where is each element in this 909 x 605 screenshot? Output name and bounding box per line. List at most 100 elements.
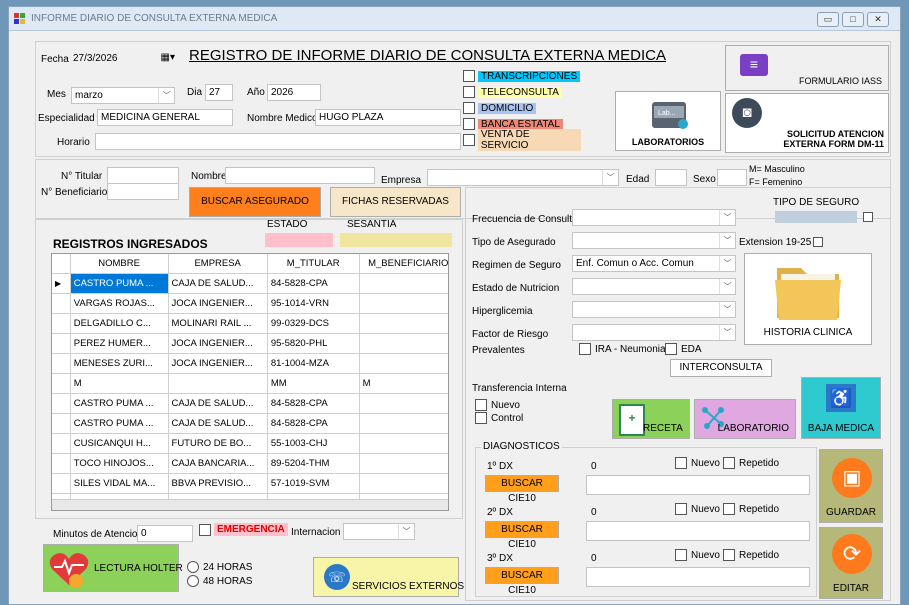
ira-checkbox[interactable]: IRA - Neumonia — [579, 343, 666, 355]
solicitud-button[interactable]: ◙ SOLICITUD ATENCION EXTERNA FORM DM-11 — [725, 93, 889, 153]
receta-button[interactable]: + RECETA — [612, 399, 690, 439]
minutos-input[interactable]: 0 — [137, 525, 193, 542]
editar-button[interactable]: ⟳ EDITAR — [819, 527, 883, 599]
formulario-iass-button[interactable]: ≡ FORMULARIO IASS — [725, 45, 889, 91]
checkbox[interactable] — [723, 549, 735, 561]
checkbox[interactable] — [675, 549, 687, 561]
interconsulta-button[interactable]: INTERCONSULTA — [670, 359, 772, 377]
table-row[interactable]: TOCO HINOJOS... CAJA BANCARIA... 89-5204-T… — [52, 453, 448, 474]
horizontal-scrollbar[interactable] — [52, 499, 448, 510]
dx3-description[interactable] — [586, 567, 810, 587]
emergencia-checkbox[interactable]: EMERGENCIA — [199, 523, 288, 536]
frecuencia-select[interactable]: ﹀ — [572, 209, 736, 226]
checkbox[interactable] — [723, 457, 735, 469]
checkbox[interactable] — [675, 457, 687, 469]
registros-grid[interactable]: NOMBRE EMPRESA M_TITULAR M_BENEFICIARIO … — [51, 253, 449, 511]
fichas-reservadas-button[interactable]: FICHAS RESERVADAS — [330, 187, 461, 217]
hiperglicemia-select[interactable]: ﹀ — [572, 301, 736, 318]
dx1-value[interactable]: 0 — [591, 461, 597, 472]
table-row[interactable]: CASTRO PUMA ... CAJA DE SALUD... 84-5828-C… — [52, 413, 448, 434]
anio-input[interactable]: 2026 — [267, 84, 321, 101]
regimen-select[interactable]: Enf. Comun o Acc. Comun ﹀ — [572, 255, 736, 272]
internacion-select[interactable]: ﹀ — [343, 523, 415, 540]
fecha-picker[interactable]: 27/3/2026 ▦▾ — [69, 50, 177, 67]
table-row[interactable]: CASTRO PUMA ... CAJA DE SALUD... 84-5828-C… — [52, 393, 448, 414]
dx3-nuevo-checkbox[interactable]: Nuevo — [675, 549, 720, 561]
dx1-description[interactable] — [586, 475, 810, 495]
column-header[interactable]: EMPRESA — [168, 254, 268, 274]
checkbox[interactable] — [475, 412, 487, 424]
table-row[interactable]: CUSICANQUI H... FUTURO DE BO... 55-1003-CH… — [52, 433, 448, 454]
horario-input[interactable] — [95, 133, 461, 150]
column-header[interactable]: M_BENEFICIARIO — [359, 254, 448, 274]
maximize-button[interactable]: □ — [842, 12, 864, 27]
laboratorios-button[interactable]: Lab... LABORATORIOS — [615, 91, 721, 151]
dx3-repetido-checkbox[interactable]: Repetido — [723, 549, 779, 561]
table-row[interactable]: MMMMsep — [52, 373, 448, 394]
baja-medica-button[interactable]: ♿ BAJA MEDICA — [801, 377, 881, 439]
checkbox[interactable] — [723, 503, 735, 515]
checkbox[interactable] — [579, 343, 591, 355]
buscar-cie10-button-2[interactable]: BUSCAR CIE10 — [485, 521, 559, 550]
guardar-button[interactable]: ▣ GUARDAR — [819, 449, 883, 523]
minimize-button[interactable]: ▭ — [817, 12, 839, 27]
tipo-option-venta-servicio[interactable]: VENTA DE SERVICIO — [463, 129, 581, 151]
dx2-nuevo-checkbox[interactable]: Nuevo — [675, 503, 720, 515]
table-row[interactable]: VARGAS ROJAS... JOCA INGENIER... 95-1014-V… — [52, 293, 448, 314]
table-row[interactable]: DELGADILLO C... MOLINARI RAIL ... 99-0329-… — [52, 313, 448, 334]
checkbox[interactable] — [475, 399, 487, 411]
tipo-asegurado-select[interactable]: ﹀ — [572, 232, 736, 249]
checkbox[interactable] — [463, 134, 475, 146]
checkbox[interactable] — [463, 70, 475, 82]
dx3-value[interactable]: 0 — [591, 553, 597, 564]
medico-input[interactable]: HUGO PLAZA — [315, 109, 461, 126]
dx2-repetido-checkbox[interactable]: Repetido — [723, 503, 779, 515]
dx1-repetido-checkbox[interactable]: Repetido — [723, 457, 779, 469]
checkbox[interactable] — [665, 343, 677, 355]
column-header[interactable]: NOMBRE — [70, 254, 169, 274]
table-row[interactable]: MENESES ZURI... JOCA INGENIER... 81-1004-M… — [52, 353, 448, 374]
empresa-select[interactable]: ﹀ — [427, 169, 619, 186]
extension-checkbox[interactable] — [813, 237, 823, 247]
table-row[interactable]: SILES VIDAL MA... BBVA PREVISIO... 57-1019… — [52, 473, 448, 494]
checkbox[interactable] — [675, 503, 687, 515]
beneficiario-input[interactable] — [107, 183, 179, 200]
lectura-holter-button[interactable]: LECTURA HOLTER — [43, 544, 183, 592]
buscar-asegurado-button[interactable]: BUSCAR ASEGURADO — [189, 187, 321, 217]
tipo-seguro-checkbox[interactable] — [863, 212, 873, 222]
tipo-option-teleconsulta[interactable]: TELECONSULTA — [463, 84, 581, 100]
servicios-externos-button[interactable]: ☏ SERVICIOS EXTERNOS — [313, 557, 464, 597]
radio-24-horas[interactable]: 24 HORAS — [187, 561, 252, 573]
column-header[interactable]: M_TITULAR — [267, 254, 360, 274]
buscar-cie10-button-1[interactable]: BUSCAR CIE10 — [485, 475, 559, 504]
checkbox[interactable] — [463, 86, 475, 98]
radio[interactable] — [187, 575, 199, 587]
nombre-input[interactable] — [225, 167, 375, 184]
eda-checkbox[interactable]: EDA — [665, 343, 702, 355]
laboratorio-button[interactable]: LABORATORIO — [694, 399, 796, 439]
checkbox[interactable] — [463, 118, 475, 130]
control-checkbox[interactable]: Control — [475, 412, 523, 424]
tipo-option-domicilio[interactable]: DOMICILIO — [463, 100, 581, 116]
radio[interactable] — [187, 561, 199, 573]
checkbox[interactable] — [463, 102, 475, 114]
close-button[interactable]: ✕ — [867, 12, 889, 27]
sexo-input[interactable] — [717, 169, 747, 186]
dx2-value[interactable]: 0 — [591, 507, 597, 518]
nutricion-select[interactable]: ﹀ — [572, 278, 736, 295]
tipo-option-transcripciones[interactable]: TRANSCRIPCIONES — [463, 68, 581, 84]
titular-input[interactable] — [107, 167, 179, 184]
especialidad-input[interactable]: MEDICINA GENERAL — [97, 109, 233, 126]
calendar-icon[interactable]: ▦▾ — [161, 52, 175, 63]
buscar-cie10-button-3[interactable]: BUSCAR CIE10 — [485, 567, 559, 596]
nuevo-checkbox[interactable]: Nuevo — [475, 399, 520, 411]
factor-riesgo-select[interactable]: ﹀ — [572, 324, 736, 341]
radio-48-horas[interactable]: 48 HORAS — [187, 575, 252, 587]
dia-input[interactable]: 27 — [205, 84, 233, 101]
edad-input[interactable] — [655, 169, 687, 186]
table-row[interactable]: ▶ CASTRO PUMA ... CAJA DE SALUD... 84-5828-… — [52, 273, 448, 294]
table-row[interactable]: PEREZ HUMER... JOCA INGENIER... 95-5820-PH… — [52, 333, 448, 354]
dx1-nuevo-checkbox[interactable]: Nuevo — [675, 457, 720, 469]
historia-clinica-button[interactable]: HISTORIA CLINICA — [744, 253, 872, 345]
checkbox[interactable] — [199, 523, 211, 536]
